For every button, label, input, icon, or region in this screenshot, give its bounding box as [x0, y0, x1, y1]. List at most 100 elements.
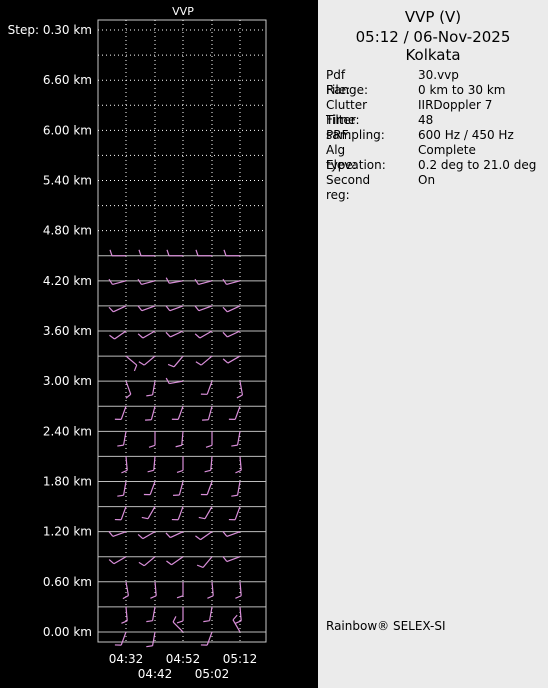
barb-feather	[223, 249, 227, 256]
barb-shaft	[151, 631, 156, 646]
barb-shaft	[239, 581, 242, 596]
barb-feather	[138, 361, 145, 366]
barb-feather	[108, 278, 113, 285]
barb-shaft	[208, 606, 213, 621]
barb-feather	[166, 249, 170, 256]
barb-shaft	[234, 506, 241, 520]
wind-barb	[150, 581, 157, 599]
wind-barb	[223, 249, 240, 257]
y-tick-label: 1.20 km	[43, 525, 92, 539]
barb-feather	[222, 306, 228, 313]
wind-barb	[194, 305, 213, 312]
wind-barb	[194, 278, 213, 286]
barb-feather	[109, 334, 115, 340]
barb-shaft	[112, 531, 127, 537]
wind-barb	[228, 506, 241, 521]
barb-shaft	[178, 481, 184, 496]
barb-shaft	[227, 355, 241, 364]
wind-barb	[117, 481, 127, 497]
wind-barb	[137, 305, 156, 312]
barb-shaft	[173, 355, 184, 368]
chart-title: VVP	[172, 5, 194, 18]
barb-shaft	[211, 581, 214, 596]
wind-barb	[145, 406, 156, 421]
barb-shaft	[177, 506, 184, 520]
barb-feather	[231, 494, 238, 497]
barb-feather	[196, 564, 204, 569]
wind-barb	[235, 581, 242, 599]
wind-barb	[195, 249, 212, 257]
barb-shaft	[113, 305, 127, 313]
y-tick-label: 6.60 km	[43, 73, 92, 87]
barb-feather	[204, 469, 211, 473]
scan-time: 05:12 / 06-Nov-2025	[355, 28, 511, 46]
wind-barb	[205, 431, 213, 448]
info-label: Second reg:	[326, 173, 371, 202]
wind-barb	[198, 506, 213, 520]
info-panel: VVP (V) 05:12 / 06-Nov-2025 Kolkata Pdf …	[318, 0, 548, 688]
x-tick-label: 04:32	[109, 652, 144, 666]
barb-feather	[147, 469, 154, 473]
barb-shaft	[239, 606, 242, 621]
wind-barb	[195, 355, 213, 366]
wind-barb	[138, 556, 156, 567]
barb-feather	[176, 595, 184, 599]
info-label: Range:	[326, 83, 369, 97]
barb-shaft	[198, 280, 213, 286]
barb-shaft	[147, 506, 156, 519]
wind-barb	[231, 431, 241, 447]
barb-shaft	[120, 631, 127, 646]
wind-barb	[109, 330, 127, 340]
info-value: 30.vvp	[418, 68, 459, 82]
barb-shaft	[113, 556, 127, 565]
wind-barb	[117, 431, 127, 447]
wind-barb	[148, 431, 156, 448]
barb-feather	[222, 531, 228, 537]
wind-barb	[222, 305, 241, 313]
wind-barb	[165, 305, 184, 312]
wind-barb	[137, 278, 156, 286]
barb-feather	[176, 469, 184, 473]
wind-barb	[200, 380, 213, 395]
wind-barb	[108, 305, 127, 313]
barb-shaft	[143, 355, 156, 366]
info-label: Elevation:	[326, 158, 386, 172]
y-axis-labels: Step: 0.30 km 6.60 km 6.00 km 5.40 km 4.80 k…	[8, 23, 92, 639]
wind-barb	[141, 506, 156, 520]
barb-shaft	[234, 406, 241, 420]
barb-shaft	[142, 531, 156, 540]
barb-feather	[146, 645, 153, 648]
x-tick-label: 04:52	[166, 652, 201, 666]
wind-barb	[203, 606, 213, 623]
barb-shaft	[120, 506, 127, 520]
wind-barb	[121, 606, 128, 624]
wind-barb	[235, 606, 242, 624]
barb-feather	[146, 394, 153, 397]
wind-barb	[202, 406, 213, 421]
barb-feather	[235, 595, 242, 599]
barb-feather	[198, 516, 206, 520]
wind-barb	[171, 506, 184, 521]
barb-feather	[167, 363, 175, 368]
barb-shaft	[226, 556, 241, 563]
wind-barb	[114, 406, 127, 420]
wind-barb	[121, 456, 128, 474]
y-tick-label: 5.40 km	[43, 174, 92, 188]
barb-feather	[165, 532, 171, 538]
wind-barb	[228, 406, 241, 420]
wind-barb	[114, 506, 127, 521]
barb-shaft	[125, 380, 132, 395]
barb-feather	[235, 620, 242, 624]
barb-feather	[172, 616, 177, 623]
barb-shaft	[172, 621, 184, 633]
wind-barb	[176, 606, 184, 624]
y-tick-label: 3.60 km	[43, 324, 92, 338]
barb-shaft	[151, 606, 156, 621]
barb-shaft	[141, 280, 156, 286]
barb-feather	[117, 494, 124, 497]
barb-feather	[150, 595, 157, 599]
barb-shaft	[202, 556, 213, 568]
vvp-chart: VVP Step: 0.30 km 6.60 km 6.00 km 5.40 km 4.…	[8, 5, 267, 681]
wind-barb	[173, 481, 184, 496]
barb-shaft	[227, 330, 241, 338]
